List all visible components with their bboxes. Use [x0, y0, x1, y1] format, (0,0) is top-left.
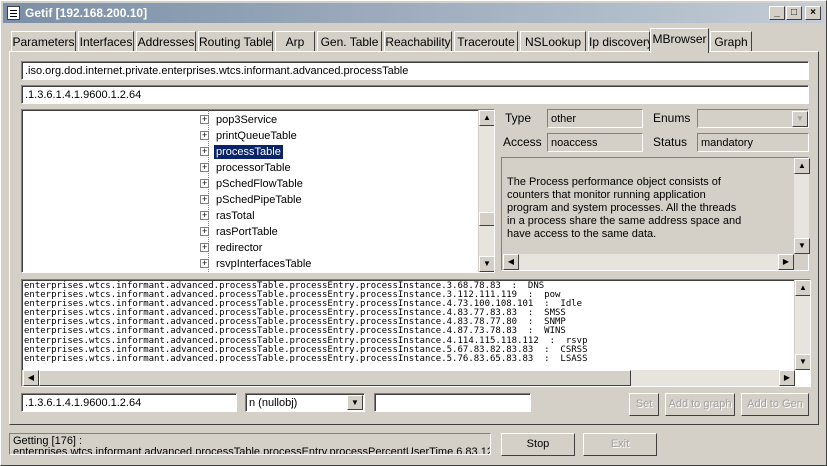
log-scroll-up-icon[interactable]: ▲: [795, 280, 810, 296]
log-lines: enterprises.wtcs.informant.advanced.proc…: [22, 280, 792, 364]
enums-label: Enums: [653, 111, 691, 125]
status-line-2: enterprises.wtcs.informant.advanced.proc…: [13, 446, 491, 455]
tab-routing-table[interactable]: Routing Table: [198, 31, 273, 52]
status-box: Getting [176] : enterprises.wtcs.informa…: [9, 433, 491, 455]
exit-button[interactable]: Exit: [583, 433, 657, 456]
log-scroll-left-icon[interactable]: ◀: [23, 370, 39, 386]
expand-plus-icon[interactable]: +: [200, 227, 209, 236]
set-value-input[interactable]: [374, 393, 531, 412]
access-label: Access: [503, 135, 542, 149]
tab-reachability[interactable]: Reachability: [384, 31, 452, 52]
set-oid-input[interactable]: .1.3.6.1.4.1.9600.1.2.64: [21, 393, 237, 412]
description-vscroll[interactable]: ▲ ▼: [793, 158, 810, 254]
tab-interfaces[interactable]: Interfaces: [78, 31, 134, 52]
tab-graph[interactable]: Graph: [710, 31, 752, 52]
expand-plus-icon[interactable]: +: [200, 147, 209, 156]
results-log[interactable]: enterprises.wtcs.informant.advanced.proc…: [21, 279, 811, 387]
add-to-gen-button[interactable]: Add to Gen: [741, 393, 809, 416]
tab-parameters[interactable]: Parameters: [11, 31, 76, 52]
tab-traceroute[interactable]: Traceroute: [454, 31, 518, 52]
tab-mbrowser[interactable]: MBrowser: [650, 28, 709, 53]
tab-addresses[interactable]: Addresses: [136, 31, 196, 52]
desc-scroll-down-icon[interactable]: ▼: [794, 238, 810, 254]
tree-item-label[interactable]: pSchedFlowTable: [214, 177, 305, 191]
expand-plus-icon[interactable]: +: [200, 115, 209, 124]
scroll-thumb[interactable]: [479, 212, 494, 226]
status-label: Status: [653, 135, 688, 149]
desc-scroll-right-icon[interactable]: ▶: [778, 254, 794, 270]
maximize-button[interactable]: □: [786, 6, 802, 20]
tab-nslookup[interactable]: NSLookup: [520, 31, 586, 52]
tab-arp[interactable]: Arp: [275, 31, 315, 52]
expand-plus-icon[interactable]: +: [200, 259, 209, 268]
tree-item-label[interactable]: printQueueTable: [214, 129, 299, 143]
log-scroll-right-icon[interactable]: ▶: [779, 370, 795, 386]
description-box[interactable]: The Process performance object consists …: [501, 157, 810, 271]
tree-item-label[interactable]: rasTotal: [214, 209, 257, 223]
log-vscroll[interactable]: ▲ ▼: [794, 280, 810, 370]
expand-plus-icon[interactable]: +: [200, 211, 209, 220]
enums-dropdown-icon: ▼: [792, 111, 808, 127]
tree-item-label[interactable]: processTable: [213, 144, 284, 160]
tree-item-label[interactable]: pSchedPipeTable: [214, 193, 304, 207]
minimize-button[interactable]: _: [769, 6, 785, 20]
expand-plus-icon[interactable]: +: [200, 163, 209, 172]
tree-scrollbar[interactable]: ▲ ▼: [478, 110, 494, 272]
stop-button[interactable]: Stop: [501, 433, 575, 456]
expand-plus-icon[interactable]: +: [200, 131, 209, 140]
title-bar[interactable]: Getif [192.168.200.10] _ □ ×: [3, 3, 824, 23]
oid-numeric-field[interactable]: .1.3.6.1.4.1.9600.1.2.64: [21, 85, 809, 104]
status-value: mandatory: [697, 133, 809, 152]
tree-item-label[interactable]: rsvpInterfacesTable: [214, 257, 313, 271]
log-hscroll[interactable]: ◀ ▶: [22, 370, 795, 386]
description-hscroll[interactable]: ◀ ▶: [502, 254, 794, 270]
access-value: noaccess: [547, 133, 643, 152]
log-line: enterprises.wtcs.informant.advanced.proc…: [24, 353, 588, 364]
add-to-graph-button[interactable]: Add to graph: [665, 393, 735, 416]
value-type-dropdown-icon[interactable]: ▼: [347, 395, 363, 410]
desc-scroll-left-icon[interactable]: ◀: [503, 254, 519, 270]
window-title: Getif [192.168.200.10]: [25, 6, 148, 20]
tree-item-label[interactable]: rasPortTable: [214, 225, 280, 239]
set-button[interactable]: Set: [629, 393, 659, 416]
tree-item-label[interactable]: processorTable: [214, 161, 293, 175]
log-hscroll-thumb[interactable]: [39, 370, 631, 386]
scroll-up-icon[interactable]: ▲: [479, 110, 494, 126]
type-label: Type: [505, 111, 532, 125]
expand-plus-icon[interactable]: +: [200, 195, 209, 204]
description-text: The Process performance object consists …: [507, 176, 742, 240]
value-type-selected: n (nullobj): [249, 397, 298, 409]
expand-plus-icon[interactable]: +: [200, 243, 209, 252]
enums-select: ▼: [697, 109, 809, 128]
log-scroll-down-icon[interactable]: ▼: [795, 354, 810, 370]
expand-plus-icon[interactable]: +: [200, 179, 209, 188]
main-window: Getif [192.168.200.10] _ □ × Parameters …: [0, 0, 827, 466]
close-button[interactable]: ×: [805, 6, 821, 20]
oid-name-field[interactable]: .iso.org.dod.internet.private.enterprise…: [21, 61, 809, 80]
type-value: other: [547, 109, 643, 128]
value-type-select[interactable]: n (nullobj) ▼: [245, 393, 365, 412]
desc-scroll-up-icon[interactable]: ▲: [794, 158, 810, 174]
tab-ip-discovery[interactable]: Ip discovery: [588, 31, 653, 52]
tree-item-label[interactable]: redirector: [214, 241, 264, 255]
mib-tree[interactable]: + pop3Service + printQueueTable + processTabl…: [21, 109, 495, 273]
app-icon: [7, 6, 20, 20]
scroll-down-icon[interactable]: ▼: [479, 256, 494, 272]
tree-item-label[interactable]: pop3Service: [214, 113, 279, 127]
tab-gen-table[interactable]: Gen. Table: [317, 31, 382, 52]
